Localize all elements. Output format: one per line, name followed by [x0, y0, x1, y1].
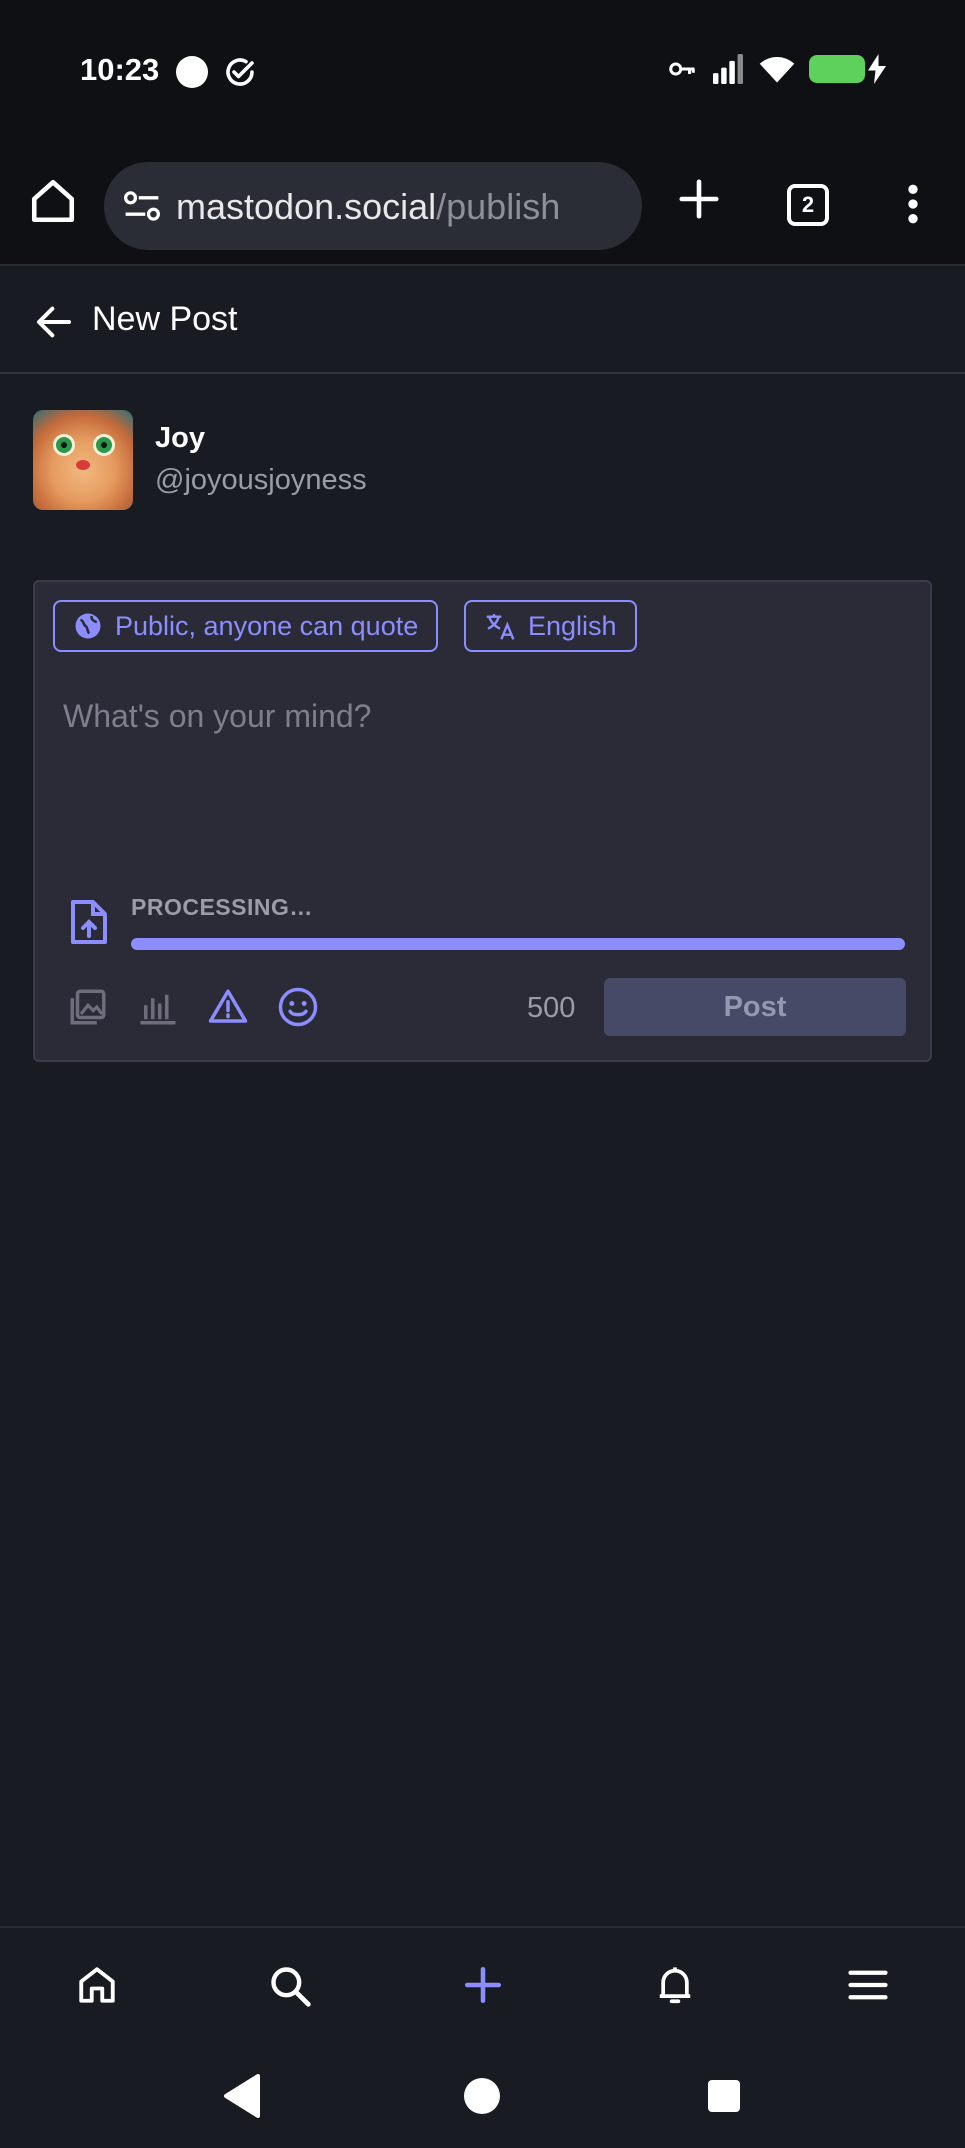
home-icon[interactable] [76, 1964, 118, 2006]
url-text[interactable]: mastodon.social/publish [176, 186, 560, 228]
avatar-eye [93, 434, 115, 456]
avatar[interactable] [33, 410, 133, 510]
display-name: Joy [155, 422, 205, 454]
check-circle-icon [226, 58, 254, 86]
menu-icon[interactable] [846, 1964, 890, 2006]
poll-icon[interactable] [137, 986, 179, 1028]
post-text-input[interactable]: What's on your mind? [63, 698, 371, 735]
page-title: New Post [92, 300, 238, 338]
search-icon[interactable] [268, 1964, 312, 2008]
upload-progress-fill [131, 938, 905, 950]
account-handle: @joyousjoyness [155, 464, 367, 496]
avatar-eye [53, 434, 75, 456]
new-tab-plus-icon[interactable] [676, 176, 722, 222]
compose-plus-icon[interactable] [462, 1964, 504, 2006]
tabs-icon[interactable]: 2 [787, 184, 829, 226]
signal-icon [713, 54, 743, 84]
compose-form: Public, anyone can quote English What's … [33, 580, 932, 1062]
file-upload-icon [71, 900, 107, 944]
battery-charging-icon [809, 55, 865, 83]
character-counter: 500 [527, 992, 576, 1024]
back-icon[interactable] [222, 2074, 262, 2118]
upload-status: PROCESSING… [131, 894, 313, 920]
circle-icon [176, 56, 208, 88]
post-button[interactable]: Post [604, 978, 906, 1036]
url-path: /publish [436, 186, 561, 227]
status-time: 10:23 [80, 52, 160, 87]
bottom-navigation [0, 1926, 965, 2148]
page-header: New Post [0, 268, 965, 374]
language-label: English [528, 610, 617, 641]
recents-square-icon[interactable] [704, 2074, 744, 2118]
media-icon[interactable] [67, 986, 109, 1028]
status-icons [667, 54, 887, 84]
upload-progress-track [131, 938, 905, 950]
key-icon [669, 62, 695, 76]
avatar-nose [76, 460, 90, 470]
charging-bolt-icon [868, 54, 886, 84]
globe-icon [75, 613, 101, 639]
address-bar[interactable]: mastodon.social/publish [104, 162, 642, 250]
translate-icon [486, 614, 515, 640]
emoji-icon[interactable] [277, 986, 319, 1028]
status-bar: 10:23 [0, 0, 965, 140]
warning-icon[interactable] [207, 986, 249, 1028]
visibility-label: Public, anyone can quote [115, 610, 419, 641]
wifi-icon [759, 57, 795, 83]
url-host: mastodon.social [176, 186, 437, 227]
site-settings-icon[interactable] [122, 188, 162, 224]
home-icon[interactable] [28, 176, 78, 226]
more-vert-icon[interactable] [898, 184, 928, 224]
home-circle-icon[interactable] [462, 2074, 502, 2118]
back-arrow-icon[interactable] [34, 302, 74, 342]
language-selector[interactable]: English [464, 600, 637, 652]
browser-toolbar: mastodon.social/publish 2 [0, 140, 965, 266]
visibility-selector[interactable]: Public, anyone can quote [53, 600, 439, 652]
notifications-bell-icon[interactable] [654, 1964, 696, 2008]
